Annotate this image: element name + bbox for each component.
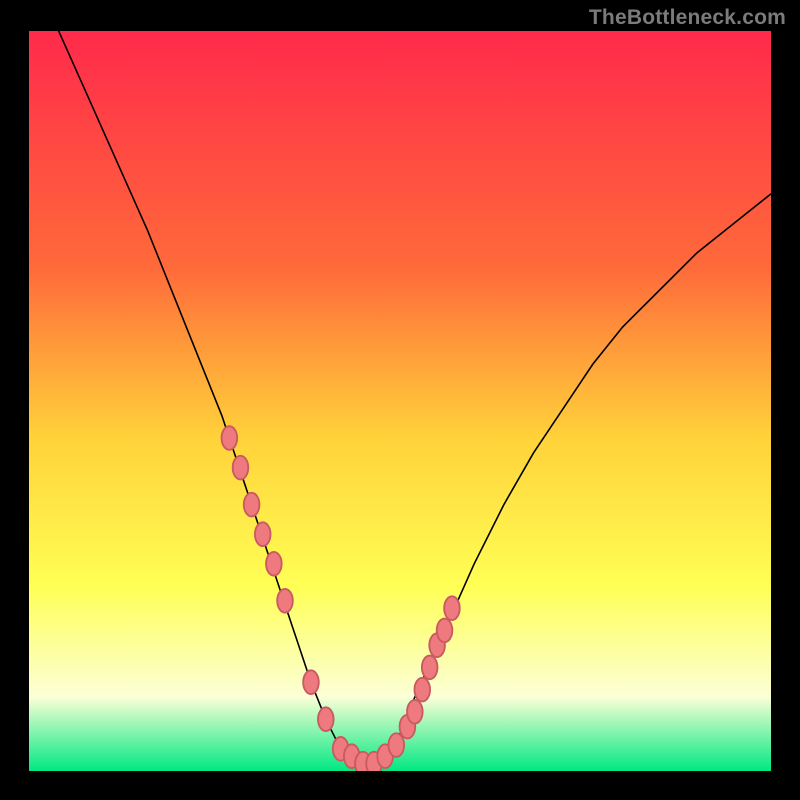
data-marker (266, 552, 282, 576)
data-marker (318, 707, 334, 731)
data-marker (222, 426, 238, 450)
gradient-background (29, 31, 771, 771)
data-marker (255, 522, 271, 546)
data-marker (422, 656, 438, 680)
chart-svg (29, 31, 771, 771)
data-marker (437, 619, 453, 643)
data-marker (244, 493, 260, 517)
data-marker (444, 596, 460, 620)
data-marker (277, 589, 293, 613)
data-marker (414, 678, 430, 702)
data-marker (233, 456, 249, 480)
chart-area (29, 31, 771, 771)
data-marker (303, 670, 319, 694)
watermark-text: TheBottleneck.com (589, 6, 786, 30)
data-marker (388, 733, 404, 757)
data-marker (407, 700, 423, 724)
